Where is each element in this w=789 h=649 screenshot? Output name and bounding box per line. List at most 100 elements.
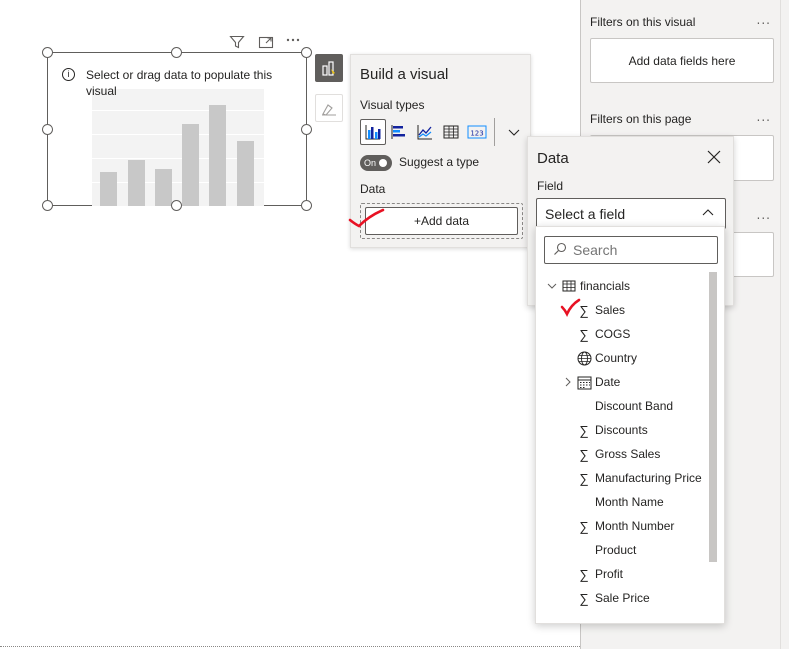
ghost-bar [155, 169, 172, 206]
table-visual-button[interactable] [438, 119, 464, 145]
filters-on-all-pages-more-icon[interactable]: ... [757, 208, 771, 222]
add-data-fields-drop-zone[interactable]: Add data fields here [590, 38, 774, 83]
search-input[interactable] [573, 242, 703, 258]
canvas-bottom-border [0, 646, 580, 647]
scrollbar-thumb[interactable] [709, 272, 717, 562]
table-icon [561, 278, 577, 294]
clustered-column-chart-button[interactable] [360, 119, 386, 145]
sigma-icon: ∑ [579, 566, 589, 582]
resize-handle-bottom-left[interactable] [42, 200, 53, 211]
resize-handle-right[interactable] [301, 124, 312, 135]
field-item-discount-band[interactable]: Discount Band [536, 395, 706, 417]
filter-icon[interactable] [229, 34, 245, 54]
resize-handle-top-right[interactable] [301, 47, 312, 58]
filters-on-visual-more-icon[interactable]: ... [757, 13, 771, 27]
resize-handle-bottom[interactable] [171, 200, 182, 211]
data-panel-title: Data [537, 150, 569, 167]
focus-mode-icon[interactable] [258, 34, 274, 54]
chevron-up-icon [701, 206, 715, 223]
field-item-country[interactable]: Country [536, 347, 706, 369]
field-item-gross-sales[interactable]: ∑ Gross Sales [536, 443, 706, 465]
field-label: Discounts [595, 423, 648, 437]
search-icon [553, 242, 567, 259]
column-chart-icon [365, 125, 381, 140]
field-label: Month Number [595, 519, 675, 533]
field-item-product[interactable]: Product [536, 539, 706, 561]
ghost-bar-chart [92, 89, 264, 206]
field-label: COGS [595, 327, 631, 341]
table-node-financials[interactable]: financials [536, 275, 706, 297]
field-item-month-number[interactable]: ∑ Month Number [536, 515, 706, 537]
expand-visual-types-button[interactable] [501, 119, 527, 145]
ghost-bar [182, 124, 199, 206]
data-section-label: Data [360, 182, 386, 196]
visual-types-row: 123 [360, 117, 527, 147]
select-field-dropdown[interactable]: Select a field [536, 198, 726, 229]
select-field-placeholder: Select a field [545, 205, 626, 222]
line-chart-button[interactable] [412, 119, 438, 145]
field-item-profit[interactable]: ∑ Profit [536, 563, 706, 585]
field-search-box[interactable] [544, 236, 718, 264]
resize-handle-top[interactable] [171, 47, 182, 58]
build-visual-button[interactable] [315, 54, 343, 82]
field-label: Product [595, 543, 637, 557]
sigma-icon: ∑ [579, 326, 589, 342]
toggle-knob [379, 159, 388, 167]
field-label: Country [595, 351, 638, 365]
field-item-sale-price[interactable]: ∑ Sale Price [536, 587, 706, 609]
empty-visual-message-text: Select or drag data to populate this vis… [86, 68, 273, 98]
calendar-icon [576, 374, 592, 390]
ghost-bar [128, 160, 145, 206]
field-item-manufacturing-price[interactable]: ∑ Manufacturing Price [536, 467, 706, 489]
line-chart-icon [417, 125, 432, 140]
sigma-icon: ∑ [579, 446, 589, 462]
suggest-type-toggle[interactable]: On [360, 155, 392, 171]
filters-on-page-title: Filters on this page [590, 112, 692, 126]
filters-on-visual-title: Filters on this visual [590, 15, 696, 29]
sigma-icon: ∑ [579, 470, 589, 486]
field-item-date[interactable]: Date [536, 371, 706, 393]
visual-types-label: Visual types [360, 98, 425, 112]
filters-on-page-more-icon[interactable]: ... [757, 110, 771, 124]
field-label: Manufacturing Price [595, 471, 702, 485]
format-paintbrush-icon [322, 104, 336, 116]
resize-handle-bottom-right[interactable] [301, 200, 312, 211]
ghost-bar [237, 141, 254, 206]
add-data-button[interactable]: +Add data [365, 207, 518, 235]
field-label: Date [595, 375, 621, 389]
format-visual-button[interactable] [315, 94, 343, 122]
close-icon[interactable] [707, 149, 721, 168]
empty-visual-container[interactable]: i Select or drag data to populate this v… [47, 52, 307, 206]
red-checkmark-annotation [348, 208, 385, 228]
field-label: Field [537, 179, 564, 193]
resize-handle-top-left[interactable] [42, 47, 53, 58]
chevron-down-icon[interactable] [547, 278, 557, 294]
svg-text:123: 123 [470, 130, 483, 138]
field-label: Sale Price [595, 591, 650, 605]
field-dropdown-list: financials ∑ Sales ∑ COGS Country Date D… [535, 226, 725, 624]
globe-icon [576, 350, 592, 366]
sigma-icon: ∑ [579, 590, 589, 606]
chevron-right-icon[interactable] [563, 374, 573, 390]
ghost-gridline [92, 134, 264, 135]
sigma-icon: ∑ [579, 422, 589, 438]
info-icon: i [62, 68, 75, 81]
field-label: Discount Band [595, 399, 674, 413]
field-item-discounts[interactable]: ∑ Discounts [536, 419, 706, 441]
more-options-icon[interactable] [285, 32, 301, 52]
field-item-month-name[interactable]: Month Name [536, 491, 706, 513]
build-visual-title: Build a visual [360, 66, 449, 83]
sigma-icon: ∑ [579, 518, 589, 534]
bar-chart-icon [391, 125, 405, 139]
table-name-label: financials [580, 279, 631, 293]
field-label: Sales [595, 303, 626, 317]
chevron-down-icon [508, 129, 520, 136]
resize-handle-left[interactable] [42, 124, 53, 135]
card-123-icon: 123 [467, 125, 487, 139]
field-label: Month Name [595, 495, 664, 509]
stacked-bar-chart-button[interactable] [386, 119, 412, 145]
card-visual-button[interactable]: 123 [464, 119, 490, 145]
field-item-cogs[interactable]: ∑ COGS [536, 323, 706, 345]
ghost-bar [100, 172, 117, 206]
filter-pane-edge [780, 0, 781, 649]
